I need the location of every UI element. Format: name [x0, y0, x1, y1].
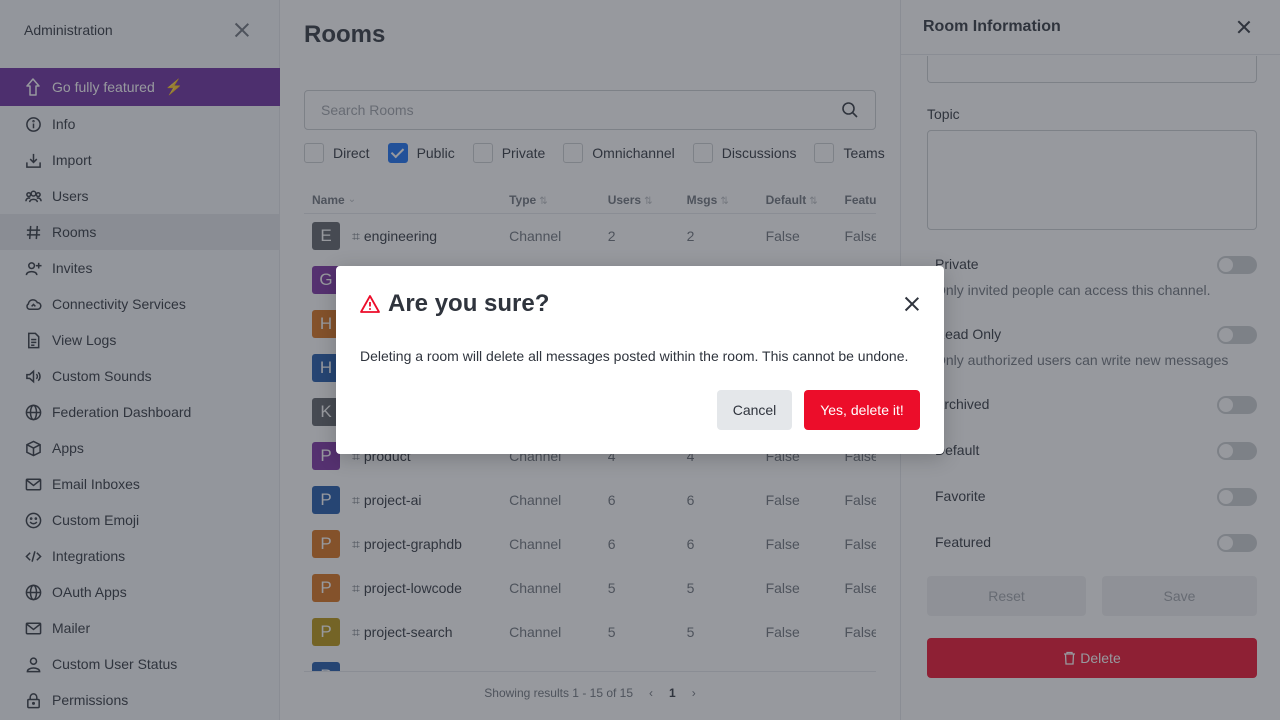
modal-message: Deleting a room will delete all messages…: [360, 348, 909, 364]
warning-icon: [360, 295, 380, 313]
close-icon[interactable]: [904, 296, 920, 312]
cancel-button[interactable]: Cancel: [717, 390, 792, 430]
confirm-delete-modal: Are you sure? Deleting a room will delet…: [336, 266, 944, 454]
modal-actions: Cancel Yes, delete it!: [717, 390, 920, 430]
modal-header: Are you sure?: [360, 290, 920, 318]
modal-title: Are you sure?: [388, 290, 550, 317]
confirm-delete-button[interactable]: Yes, delete it!: [804, 390, 920, 430]
